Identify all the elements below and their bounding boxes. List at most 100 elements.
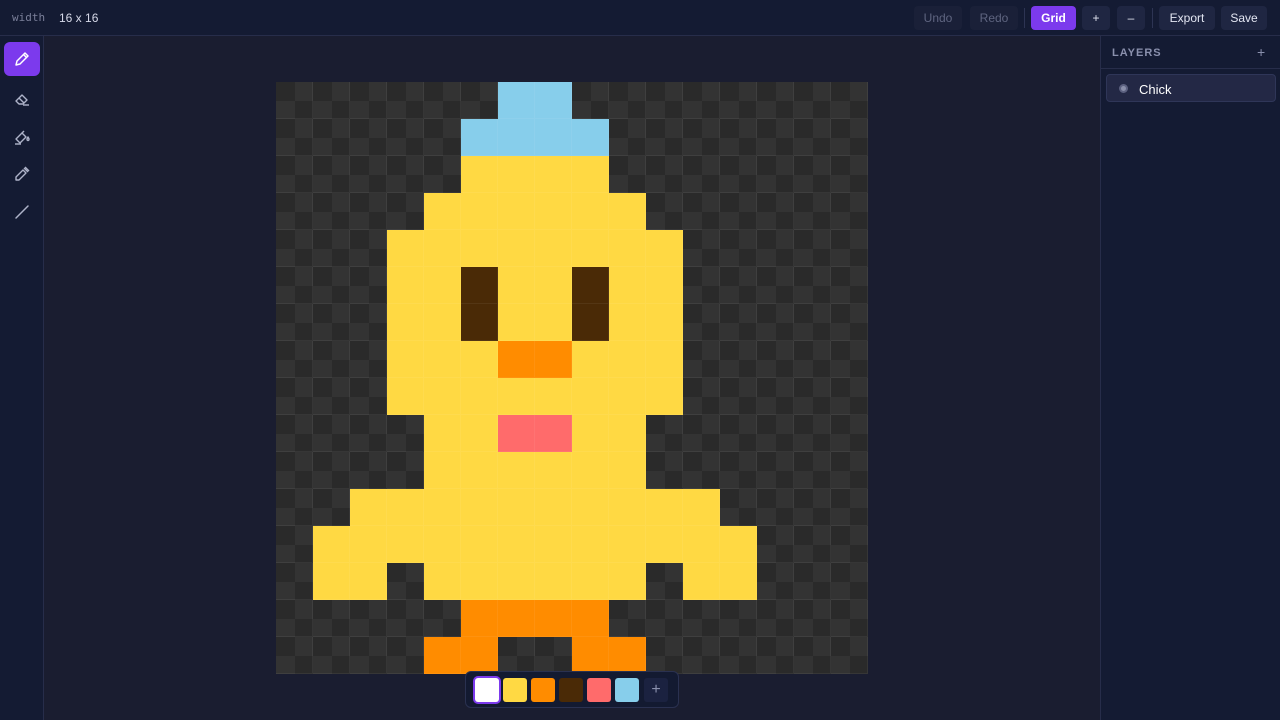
pixel-cell[interactable] [535, 378, 572, 415]
pixel-cell[interactable] [720, 452, 757, 489]
pixel-cell[interactable] [350, 415, 387, 452]
pixel-cell[interactable] [276, 378, 313, 415]
pixel-cell[interactable] [461, 526, 498, 563]
pixel-cell[interactable] [831, 82, 868, 119]
pixel-cell[interactable] [498, 119, 535, 156]
pixel-cell[interactable] [683, 341, 720, 378]
pixel-cell[interactable] [313, 341, 350, 378]
pixel-cell[interactable] [535, 82, 572, 119]
pixel-cell[interactable] [350, 563, 387, 600]
pixel-cell[interactable] [387, 156, 424, 193]
pixel-cell[interactable] [350, 526, 387, 563]
pixel-cell[interactable] [387, 563, 424, 600]
pixel-cell[interactable] [757, 378, 794, 415]
pixel-cell[interactable] [387, 378, 424, 415]
pixel-cell[interactable] [609, 563, 646, 600]
pixel-cell[interactable] [794, 489, 831, 526]
pixel-cell[interactable] [646, 637, 683, 674]
pixel-cell[interactable] [757, 230, 794, 267]
pixel-cell[interactable] [831, 341, 868, 378]
pixel-cell[interactable] [794, 415, 831, 452]
pixel-cell[interactable] [535, 563, 572, 600]
pixel-cell[interactable] [313, 230, 350, 267]
pixel-cell[interactable] [646, 489, 683, 526]
pixel-cell[interactable] [794, 267, 831, 304]
pixel-cell[interactable] [461, 193, 498, 230]
fill-tool[interactable] [4, 120, 40, 154]
pixel-cell[interactable] [794, 341, 831, 378]
pixel-cell[interactable] [572, 82, 609, 119]
pixel-cell[interactable] [683, 452, 720, 489]
pixel-cell[interactable] [831, 230, 868, 267]
pixel-cell[interactable] [276, 156, 313, 193]
pixel-cell[interactable] [387, 415, 424, 452]
add-color-button[interactable]: + [644, 678, 668, 702]
pixel-cell[interactable] [609, 415, 646, 452]
pixel-cell[interactable] [646, 600, 683, 637]
pixel-cell[interactable] [831, 304, 868, 341]
pixel-cell[interactable] [276, 119, 313, 156]
pixel-cell[interactable] [424, 452, 461, 489]
pixel-cell[interactable] [387, 304, 424, 341]
pixel-cell[interactable] [424, 341, 461, 378]
pixel-cell[interactable] [646, 341, 683, 378]
pixel-cell[interactable] [757, 193, 794, 230]
pixel-cell[interactable] [646, 304, 683, 341]
pixel-cell[interactable] [572, 637, 609, 674]
pixel-cell[interactable] [313, 563, 350, 600]
pixel-cell[interactable] [498, 600, 535, 637]
pixel-cell[interactable] [683, 378, 720, 415]
pixel-cell[interactable] [350, 119, 387, 156]
pixel-cell[interactable] [461, 600, 498, 637]
pixel-cell[interactable] [572, 230, 609, 267]
pixel-cell[interactable] [720, 304, 757, 341]
pixel-cell[interactable] [424, 82, 461, 119]
pixel-cell[interactable] [646, 378, 683, 415]
pixel-cell[interactable] [276, 341, 313, 378]
pixel-cell[interactable] [794, 119, 831, 156]
pixel-cell[interactable] [609, 119, 646, 156]
pixel-cell[interactable] [720, 489, 757, 526]
pixel-cell[interactable] [313, 304, 350, 341]
pixel-cell[interactable] [387, 230, 424, 267]
pixel-cell[interactable] [535, 267, 572, 304]
pixel-cell[interactable] [535, 119, 572, 156]
pixel-cell[interactable] [535, 415, 572, 452]
pixel-cell[interactable] [461, 82, 498, 119]
pixel-cell[interactable] [831, 563, 868, 600]
pixel-cell[interactable] [609, 341, 646, 378]
pixel-cell[interactable] [683, 600, 720, 637]
pixel-cell[interactable] [794, 193, 831, 230]
pixel-cell[interactable] [646, 563, 683, 600]
pixel-cell[interactable] [757, 637, 794, 674]
pixel-cell[interactable] [757, 341, 794, 378]
pixel-cell[interactable] [276, 452, 313, 489]
line-tool[interactable] [4, 195, 40, 229]
pixel-cell[interactable] [831, 415, 868, 452]
zoom-out-button[interactable]: – [1117, 6, 1145, 30]
pixel-cell[interactable] [794, 378, 831, 415]
pixel-cell[interactable] [646, 156, 683, 193]
pixel-cell[interactable] [572, 563, 609, 600]
pixel-cell[interactable] [572, 526, 609, 563]
pixel-cell[interactable] [424, 415, 461, 452]
grid-toggle-button[interactable]: Grid [1031, 6, 1076, 30]
pixel-cell[interactable] [424, 193, 461, 230]
pixel-cell[interactable] [794, 156, 831, 193]
canvas-size-value[interactable]: 16 x 16 [59, 11, 98, 25]
pixel-cell[interactable] [498, 230, 535, 267]
pixel-cell[interactable] [831, 526, 868, 563]
pixel-cell[interactable] [683, 415, 720, 452]
pixel-cell[interactable] [387, 119, 424, 156]
pixel-cell[interactable] [276, 563, 313, 600]
pixel-cell[interactable] [609, 82, 646, 119]
pixel-cell[interactable] [350, 230, 387, 267]
pixel-cell[interactable] [683, 156, 720, 193]
pixel-cell[interactable] [757, 452, 794, 489]
pixel-cell[interactable] [424, 378, 461, 415]
pixel-cell[interactable] [276, 600, 313, 637]
pixel-cell[interactable] [461, 267, 498, 304]
zoom-in-button[interactable]: + [1082, 6, 1110, 30]
pixel-cell[interactable] [683, 563, 720, 600]
pixel-cell[interactable] [683, 230, 720, 267]
